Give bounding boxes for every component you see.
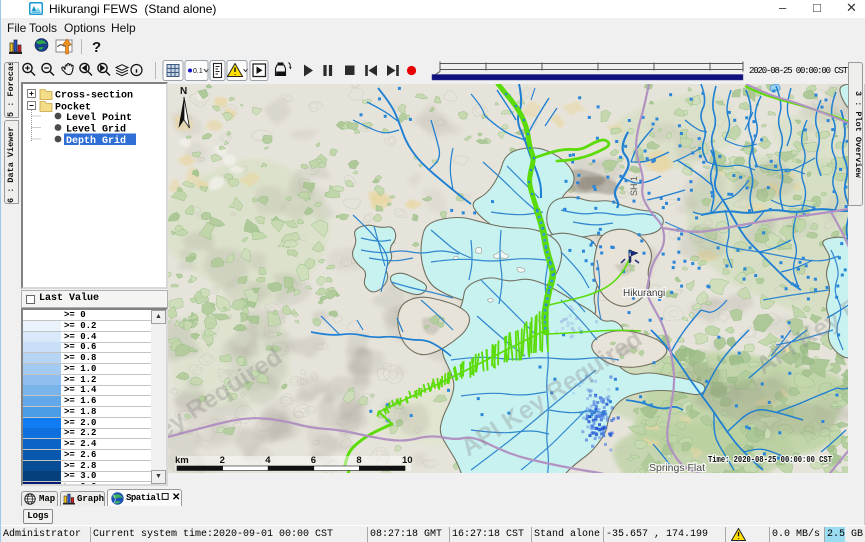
svg-text:Springs Flat: Springs Flat [649,462,705,473]
svg-text:Level Grid: Level Grid [66,124,126,136]
svg-text:2: 2 [220,455,225,466]
svg-text:SH 1: SH 1 [629,176,639,196]
svg-text:0.1: 0.1 [193,68,203,75]
svg-text:Time: 2020-08-25 00:00:00 CST: Time: 2020-08-25 00:00:00 CST [708,455,832,465]
svg-text:Level Point: Level Point [66,112,132,124]
svg-text:Cross-section: Cross-section [55,90,133,102]
svg-text:10: 10 [402,455,413,466]
svg-text:Hikurangi: Hikurangi [623,288,665,299]
svg-text:km: km [175,455,189,466]
svg-text:2020-08-25 00:00:00 CST: 2020-08-25 00:00:00 CST [749,66,849,76]
svg-text:4: 4 [265,455,271,466]
svg-text:8: 8 [356,455,361,466]
svg-text:?: ? [92,39,101,56]
svg-text:Pocket: Pocket [55,102,91,114]
svg-text:Depth Grid: Depth Grid [66,135,126,147]
svg-text:N: N [180,86,187,97]
svg-text:6: 6 [311,455,316,466]
